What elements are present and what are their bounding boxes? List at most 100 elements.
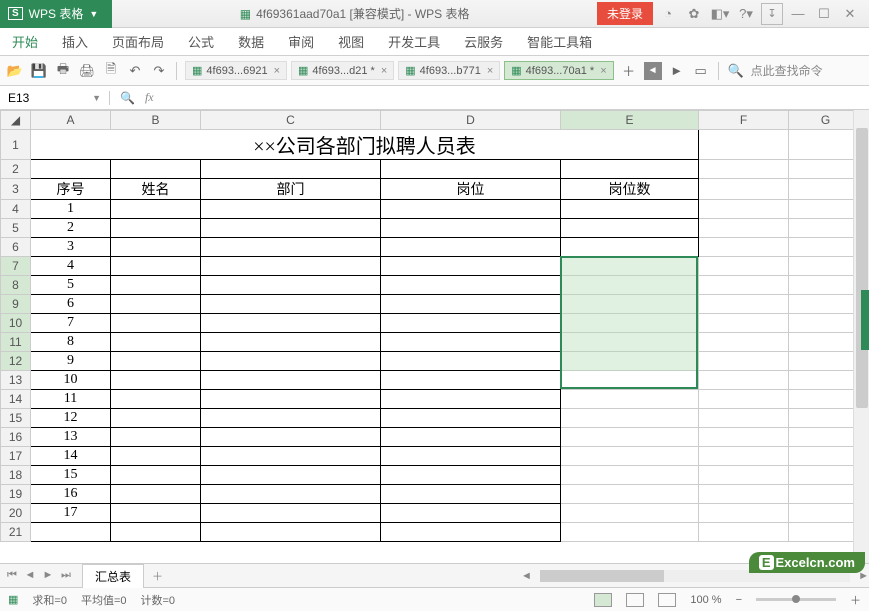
- cell-A6[interactable]: 3: [31, 238, 111, 257]
- cell-G5[interactable]: [789, 219, 863, 238]
- cell-G8[interactable]: [789, 276, 863, 295]
- cell-E6[interactable]: [561, 238, 699, 257]
- cell-A20[interactable]: 17: [31, 504, 111, 523]
- cell-B14[interactable]: [111, 390, 201, 409]
- cell-D14[interactable]: [381, 390, 561, 409]
- sheet-nav-prev[interactable]: ◄: [22, 569, 38, 582]
- cell-D7[interactable]: [381, 257, 561, 276]
- row-header-16[interactable]: 16: [1, 428, 31, 447]
- cell-D5[interactable]: [381, 219, 561, 238]
- cell-G13[interactable]: [789, 371, 863, 390]
- row-header-2[interactable]: 2: [1, 160, 31, 179]
- menu-5[interactable]: 审阅: [288, 32, 314, 51]
- login-button[interactable]: 未登录: [597, 2, 653, 25]
- zoom-value[interactable]: 100 %: [690, 594, 721, 606]
- row-header-6[interactable]: 6: [1, 238, 31, 257]
- view-break-button[interactable]: [658, 593, 676, 607]
- doc-tab-2[interactable]: ▦4f693...b771×: [398, 61, 500, 80]
- cell-A7[interactable]: 4: [31, 257, 111, 276]
- cell-B18[interactable]: [111, 466, 201, 485]
- cell-G10[interactable]: [789, 314, 863, 333]
- zoom-knob[interactable]: [792, 595, 800, 603]
- cell-B16[interactable]: [111, 428, 201, 447]
- row-header-5[interactable]: 5: [1, 219, 31, 238]
- cell-B20[interactable]: [111, 504, 201, 523]
- zoom-slider[interactable]: [756, 598, 836, 601]
- row-header-1[interactable]: 1: [1, 130, 31, 160]
- cell-C10[interactable]: [201, 314, 381, 333]
- cell-C17[interactable]: [201, 447, 381, 466]
- cell-C21[interactable]: [201, 523, 381, 542]
- cell-E11[interactable]: [561, 333, 699, 352]
- cell-A11[interactable]: 8: [31, 333, 111, 352]
- cell-D12[interactable]: [381, 352, 561, 371]
- collapse-ribbon-icon[interactable]: ↧: [761, 3, 783, 25]
- sheet-nav-next[interactable]: ►: [40, 569, 56, 582]
- cell-F14[interactable]: [699, 390, 789, 409]
- header-A[interactable]: 序号: [31, 179, 111, 200]
- redo-icon[interactable]: ↷: [150, 62, 168, 80]
- cell-C13[interactable]: [201, 371, 381, 390]
- cell-B19[interactable]: [111, 485, 201, 504]
- cell-D10[interactable]: [381, 314, 561, 333]
- cell-F7[interactable]: [699, 257, 789, 276]
- cell-D21[interactable]: [381, 523, 561, 542]
- search-icon[interactable]: 🔍: [727, 62, 745, 80]
- maximize-button[interactable]: ☐: [813, 3, 835, 25]
- cell-A17[interactable]: 14: [31, 447, 111, 466]
- tab-list-icon[interactable]: ▭: [692, 62, 710, 80]
- cell-G12[interactable]: [789, 352, 863, 371]
- preview-icon[interactable]: 🗎: [102, 62, 120, 80]
- close-button[interactable]: ✕: [839, 3, 861, 25]
- minimize-button[interactable]: —: [787, 3, 809, 25]
- cell-E9[interactable]: [561, 295, 699, 314]
- cell-A9[interactable]: 6: [31, 295, 111, 314]
- cell-C9[interactable]: [201, 295, 381, 314]
- cell-G14[interactable]: [789, 390, 863, 409]
- cell-A12[interactable]: 9: [31, 352, 111, 371]
- cell-A15[interactable]: 12: [31, 409, 111, 428]
- cell-E18[interactable]: [561, 466, 699, 485]
- row-header-8[interactable]: 8: [1, 276, 31, 295]
- cell-B13[interactable]: [111, 371, 201, 390]
- row-header-20[interactable]: 20: [1, 504, 31, 523]
- name-box[interactable]: E13 ▼: [0, 91, 110, 105]
- hscroll-thumb[interactable]: [540, 570, 664, 582]
- cell-A5[interactable]: 2: [31, 219, 111, 238]
- cell-B11[interactable]: [111, 333, 201, 352]
- menu-2[interactable]: 页面布局: [112, 32, 164, 51]
- cell-E13[interactable]: [561, 371, 699, 390]
- doc-tab-3[interactable]: ▦4f693...70a1 *×: [504, 61, 613, 80]
- cell-G19[interactable]: [789, 485, 863, 504]
- fx-icon[interactable]: fx: [145, 90, 154, 105]
- cell-C20[interactable]: [201, 504, 381, 523]
- col-header-G[interactable]: G: [789, 111, 863, 130]
- cell-E19[interactable]: [561, 485, 699, 504]
- col-header-F[interactable]: F: [699, 111, 789, 130]
- cell-E8[interactable]: [561, 276, 699, 295]
- cell-F16[interactable]: [699, 428, 789, 447]
- row-header-21[interactable]: 21: [1, 523, 31, 542]
- cell-E5[interactable]: [561, 219, 699, 238]
- cell-F10[interactable]: [699, 314, 789, 333]
- menu-8[interactable]: 云服务: [464, 32, 503, 51]
- close-tab-icon[interactable]: ×: [600, 65, 606, 77]
- cell-F4[interactable]: [699, 200, 789, 219]
- print-preview-icon[interactable]: 🖶: [54, 62, 72, 80]
- col-header-E[interactable]: E: [561, 111, 699, 130]
- cell-F20[interactable]: [699, 504, 789, 523]
- row-header-15[interactable]: 15: [1, 409, 31, 428]
- menu-1[interactable]: 插入: [62, 32, 88, 51]
- app-logo[interactable]: S WPS 表格 ▼: [0, 0, 112, 28]
- cell-G7[interactable]: [789, 257, 863, 276]
- cloud-icon[interactable]: ◔: [657, 3, 679, 25]
- cell-D4[interactable]: [381, 200, 561, 219]
- cell-A18[interactable]: 15: [31, 466, 111, 485]
- row-header-10[interactable]: 10: [1, 314, 31, 333]
- cell-C4[interactable]: [201, 200, 381, 219]
- col-header-B[interactable]: B: [111, 111, 201, 130]
- cell-F9[interactable]: [699, 295, 789, 314]
- save-icon[interactable]: 💾: [30, 62, 48, 80]
- cell-G6[interactable]: [789, 238, 863, 257]
- help-icon[interactable]: ?▾: [735, 3, 757, 25]
